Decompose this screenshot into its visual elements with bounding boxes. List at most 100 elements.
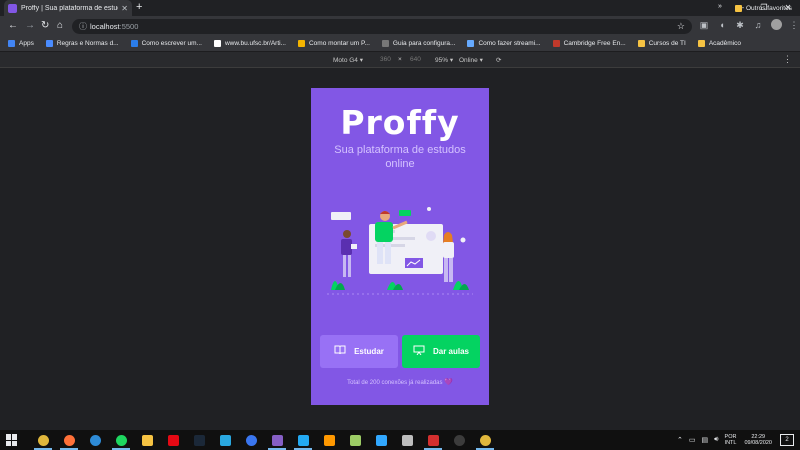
width-input[interactable]: 360 bbox=[380, 56, 391, 63]
taskbar-app-sublime[interactable] bbox=[316, 432, 342, 448]
taskbar-app-signal[interactable] bbox=[238, 432, 264, 448]
rotate-icon[interactable]: ⟳ bbox=[496, 56, 501, 64]
device-select[interactable]: Moto G4 ▾ bbox=[333, 56, 363, 64]
bookmark-favicon-icon bbox=[130, 40, 138, 47]
extensions-icon[interactable]: ✱ bbox=[734, 19, 746, 31]
taskbar-app-chrome[interactable] bbox=[30, 432, 56, 450]
bookmark-label: Como escrever um... bbox=[141, 40, 202, 47]
bookmark-favicon-icon bbox=[45, 40, 53, 47]
bookmarks-bar: Apps Regras e Normas d... Como escrever um… bbox=[0, 36, 800, 52]
bookmarks-overflow-icon[interactable]: » bbox=[718, 3, 722, 10]
taskbar-app-file-explorer[interactable] bbox=[134, 432, 160, 448]
windows-start-icon[interactable] bbox=[6, 434, 18, 446]
bookmark-favicon-icon bbox=[467, 40, 475, 47]
bookmark-label: Acadêmico bbox=[708, 40, 741, 47]
bookmark-item[interactable]: Como escrever um... bbox=[130, 40, 202, 47]
menu-icon[interactable]: ⋮ bbox=[788, 19, 800, 31]
taskbar-app-notes[interactable] bbox=[394, 432, 420, 448]
bookmark-item[interactable]: Como fazer streami... bbox=[467, 40, 541, 47]
bookmark-item[interactable]: Cambridge Free En... bbox=[552, 40, 626, 47]
taskbar-app-edge[interactable] bbox=[82, 432, 108, 448]
taskbar-app-steam[interactable] bbox=[186, 432, 212, 448]
notifications-icon[interactable]: 2 bbox=[780, 434, 794, 446]
clock[interactable]: 22:29 09/08/2020 bbox=[744, 434, 772, 446]
chrome-icon bbox=[37, 434, 49, 446]
bookmark-favicon-icon bbox=[213, 40, 221, 47]
give-classes-button[interactable]: Dar aulas bbox=[402, 335, 480, 368]
browser-toolbar: ← → ↻ ⌂ ⓘ localhost:5500 ☆ ▣ ◖ ✱ ♫ ⋮ bbox=[0, 16, 800, 36]
info-icon[interactable]: ⓘ bbox=[79, 21, 87, 32]
vscode-icon bbox=[297, 434, 309, 446]
language-indicator[interactable]: POR INTL bbox=[725, 434, 737, 446]
study-button[interactable]: Estudar bbox=[320, 335, 398, 368]
obs-icon bbox=[453, 434, 465, 446]
windows-taskbar: ⌃ ▭ ▤ 🔊︎ POR INTL 22:29 09/08/2020 2 bbox=[0, 430, 800, 450]
bookmark-item[interactable]: Como montar um P... bbox=[297, 40, 370, 47]
bookmark-star-icon[interactable]: ☆ bbox=[677, 21, 685, 32]
taskbar-app-photoshop[interactable] bbox=[368, 432, 394, 448]
cast-icon[interactable]: ▣ bbox=[698, 19, 710, 31]
taskbar-app-launcher[interactable] bbox=[342, 432, 368, 448]
network-icon[interactable]: ▤ bbox=[702, 436, 709, 444]
bookmark-label: Como montar um P... bbox=[308, 40, 370, 47]
study-button-label: Estudar bbox=[354, 347, 384, 356]
tab-strip: Proffy | Sua plataforma de estudos ✕ + —… bbox=[0, 0, 800, 16]
bookmark-favicon-icon bbox=[297, 40, 305, 47]
taskbar-app-firefox[interactable] bbox=[56, 432, 82, 450]
folder-icon bbox=[735, 4, 742, 12]
taskbar-apps bbox=[30, 432, 498, 450]
bookmark-item[interactable]: Guia para configura... bbox=[381, 40, 456, 47]
bookmark-favicon-icon bbox=[697, 40, 705, 47]
taskbar-app-discord-like[interactable] bbox=[212, 432, 238, 448]
bookmark-item[interactable]: Cursos de TI bbox=[637, 40, 686, 47]
chrome-dev-icon bbox=[479, 434, 491, 446]
taskbar-app-recorder[interactable] bbox=[420, 432, 446, 450]
audio-icon[interactable]: ◖ bbox=[716, 19, 728, 31]
media-icon[interactable]: ♫ bbox=[752, 19, 764, 31]
book-icon bbox=[334, 345, 346, 358]
extensions-area: ▣ ◖ ✱ ♫ ⋮ bbox=[698, 19, 800, 31]
bookmark-favicon-icon bbox=[552, 40, 560, 47]
browser-tab[interactable]: Proffy | Sua plataforma de estudos ✕ bbox=[4, 0, 132, 16]
bookmark-label: Regras e Normas d... bbox=[56, 40, 119, 47]
viewport: Proffy Sua plataforma de estudos online bbox=[0, 68, 800, 430]
taskbar-app-obs[interactable] bbox=[446, 432, 472, 448]
proffy-logo: Proffy bbox=[340, 103, 460, 142]
taskbar-app-chrome-dev[interactable] bbox=[472, 432, 498, 450]
spotify-icon bbox=[115, 434, 127, 446]
home-icon[interactable]: ⌂ bbox=[57, 19, 63, 33]
device-menu-icon[interactable]: ⋮ bbox=[783, 54, 792, 65]
bookmark-item[interactable]: www.bu.ufsc.br/Arti... bbox=[213, 40, 286, 47]
bookmark-label: Como fazer streami... bbox=[478, 40, 541, 47]
forward-icon[interactable]: → bbox=[25, 19, 35, 33]
purple-heart-icon: 💜 bbox=[444, 379, 453, 386]
network-select[interactable]: Online ▾ bbox=[459, 56, 483, 64]
other-bookmarks[interactable]: Outros favoritos bbox=[735, 0, 792, 16]
chevron-up-icon[interactable]: ⌃ bbox=[677, 436, 683, 444]
taskbar-app-vscode[interactable] bbox=[290, 432, 316, 450]
edge-icon bbox=[89, 434, 101, 446]
bookmark-favicon-icon bbox=[8, 40, 15, 47]
bookmark-item[interactable]: Apps bbox=[8, 40, 34, 47]
volume-icon[interactable]: 🔊︎ bbox=[714, 436, 718, 444]
taskbar-app-visual-studio[interactable] bbox=[264, 432, 290, 450]
bookmark-label: Apps bbox=[19, 40, 34, 47]
bookmark-item[interactable]: Acadêmico bbox=[697, 40, 741, 47]
taskbar-app-spotify[interactable] bbox=[108, 432, 134, 450]
photoshop-icon bbox=[375, 434, 387, 446]
height-input[interactable]: 640 bbox=[410, 56, 421, 63]
close-icon[interactable]: ✕ bbox=[121, 4, 128, 13]
zoom-select[interactable]: 95% ▾ bbox=[435, 56, 453, 64]
bookmark-label: Cursos de TI bbox=[648, 40, 686, 47]
profile-avatar-icon[interactable] bbox=[770, 19, 782, 31]
taskbar-app-netflix[interactable] bbox=[160, 432, 186, 448]
back-icon[interactable]: ← bbox=[8, 19, 18, 33]
battery-icon[interactable]: ▭ bbox=[689, 436, 696, 444]
file-explorer-icon bbox=[141, 434, 153, 446]
bookmark-label: Guia para configura... bbox=[392, 40, 456, 47]
bookmark-item[interactable]: Regras e Normas d... bbox=[45, 40, 119, 47]
system-tray: ⌃ ▭ ▤ 🔊︎ POR INTL 22:29 09/08/2020 2 bbox=[677, 430, 800, 450]
reload-icon[interactable]: ↻ bbox=[41, 19, 49, 33]
new-tab-icon[interactable]: + bbox=[136, 2, 142, 13]
address-bar[interactable]: ⓘ localhost:5500 ☆ bbox=[72, 19, 692, 34]
